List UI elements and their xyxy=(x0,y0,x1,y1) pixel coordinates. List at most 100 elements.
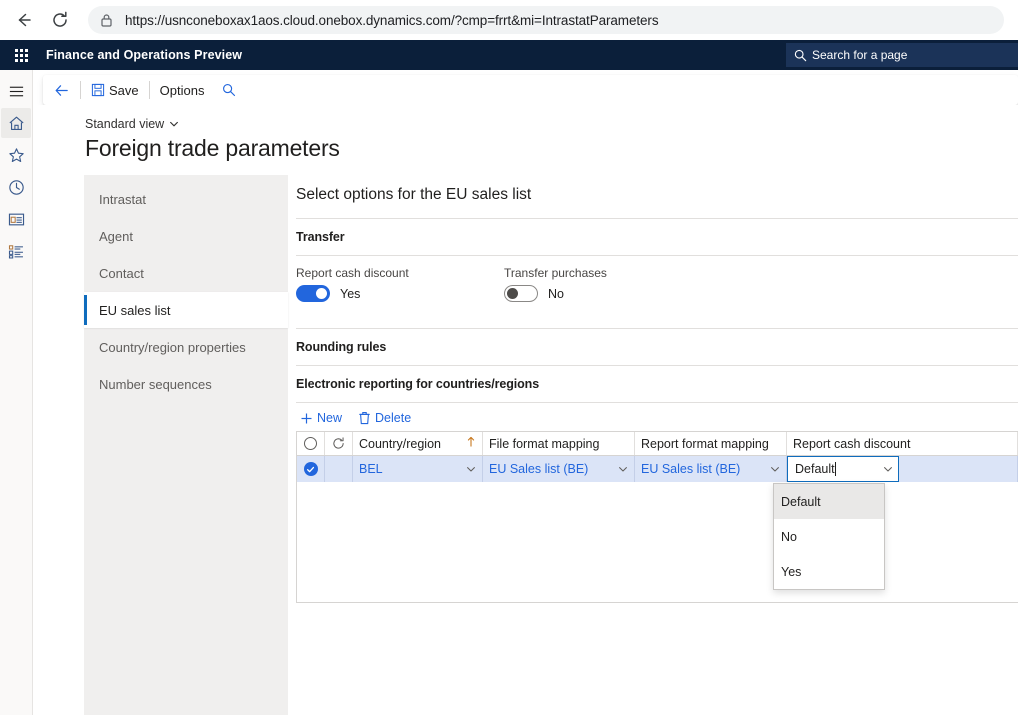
form-back-button[interactable] xyxy=(51,82,78,99)
save-icon xyxy=(91,83,105,97)
tab-country-region-properties[interactable]: Country/region properties xyxy=(84,329,288,365)
column-header-report-cash-discount[interactable]: Report cash discount xyxy=(787,432,1018,455)
transfer-purchases-toggle[interactable] xyxy=(504,285,538,302)
column-label: File format mapping xyxy=(489,436,600,451)
view-selector[interactable]: Standard view xyxy=(85,117,179,131)
chevron-down-icon xyxy=(770,464,780,474)
cell-report-cash-discount[interactable]: Default xyxy=(787,456,1018,482)
report-cash-discount-combobox[interactable]: Default xyxy=(787,456,899,482)
workspaces-button[interactable] xyxy=(1,204,31,234)
dropdown-option-no[interactable]: No xyxy=(774,519,884,554)
column-header-file-format-mapping[interactable]: File format mapping xyxy=(483,432,635,455)
divider xyxy=(80,81,81,99)
refresh-icon xyxy=(333,437,344,449)
cell-value: BEL xyxy=(359,462,383,476)
list-icon xyxy=(8,244,23,258)
cell-value: EU Sales list (BE) xyxy=(641,462,741,476)
combobox-value: Default xyxy=(795,462,835,476)
field-report-cash-discount: Report cash discount Yes xyxy=(296,266,504,302)
tab-eu-sales-list[interactable]: EU sales list xyxy=(84,292,288,328)
cell-value: EU Sales list (BE) xyxy=(489,462,589,476)
toggle-knob xyxy=(507,288,518,299)
toggle-knob xyxy=(316,288,327,299)
browser-back-button[interactable] xyxy=(8,4,40,36)
cell-report-format-mapping[interactable]: EU Sales list (BE) xyxy=(635,456,787,482)
tab-contact[interactable]: Contact xyxy=(84,255,288,291)
tab-agent[interactable]: Agent xyxy=(84,218,288,254)
table-row[interactable]: BEL EU Sales list (BE) EU Sales list (BE… xyxy=(297,456,1018,482)
address-bar[interactable]: https://usnconeboxax1aos.cloud.onebox.dy… xyxy=(88,6,1004,34)
lock-icon xyxy=(100,13,113,28)
navigation-menu-button[interactable] xyxy=(1,76,31,106)
field-label: Report cash discount xyxy=(296,266,409,280)
browser-reload-button[interactable] xyxy=(44,4,76,36)
cell-country-region[interactable]: BEL xyxy=(353,456,483,482)
column-label: Report cash discount xyxy=(793,436,911,451)
fasttab-transfer[interactable]: Transfer xyxy=(296,218,1018,255)
tab-number-sequences[interactable]: Number sequences xyxy=(84,366,288,402)
toggle-value: No xyxy=(548,286,564,301)
form-search-button[interactable] xyxy=(212,80,246,100)
delete-label: Delete xyxy=(375,411,412,425)
select-all-cell[interactable] xyxy=(297,432,325,455)
workspace-icon xyxy=(8,213,24,225)
grid-toolbar: New Delete xyxy=(296,407,1018,431)
app-launcher-icon[interactable] xyxy=(8,42,34,68)
home-button[interactable] xyxy=(1,108,31,138)
clock-icon xyxy=(8,179,24,195)
row-selected-checkmark-icon xyxy=(303,462,318,476)
back-arrow-icon xyxy=(55,84,68,96)
tab-label: Country/region properties xyxy=(99,339,246,355)
option-label: Yes xyxy=(781,564,802,579)
form-tab-panel: Intrastat Agent Contact EU sales list Co… xyxy=(84,175,288,715)
text-cursor xyxy=(834,462,836,476)
refresh-cell[interactable] xyxy=(325,432,353,455)
column-label: Report format mapping xyxy=(641,436,769,451)
fasttab-electronic-reporting[interactable]: Electronic reporting for countries/regio… xyxy=(296,365,1018,402)
recent-button[interactable] xyxy=(1,172,31,202)
field-transfer-purchases: Transfer purchases No xyxy=(504,266,712,302)
dropdown-option-default[interactable]: Default xyxy=(774,484,884,519)
back-arrow-icon xyxy=(18,13,31,27)
option-label: Default xyxy=(781,494,821,509)
fasttab-label: Electronic reporting for countries/regio… xyxy=(296,377,540,391)
new-label: New xyxy=(317,411,343,425)
chevron-down-icon[interactable] xyxy=(883,464,893,474)
delete-button[interactable]: Delete xyxy=(358,411,411,425)
cell-file-format-mapping[interactable]: EU Sales list (BE) xyxy=(483,456,635,482)
search-icon xyxy=(794,49,807,62)
search-icon xyxy=(223,84,236,97)
report-cash-discount-toggle[interactable] xyxy=(296,285,330,302)
plus-icon xyxy=(300,412,313,425)
chevron-down-icon xyxy=(466,464,476,474)
favorites-button[interactable] xyxy=(1,140,31,170)
row-refresh-cell xyxy=(325,456,353,482)
sort-ascending-icon xyxy=(466,436,476,451)
home-icon xyxy=(8,116,24,130)
fasttab-label: Transfer xyxy=(296,230,345,244)
command-bar: Save Options xyxy=(43,75,1018,105)
column-header-report-format-mapping[interactable]: Report format mapping xyxy=(635,432,787,455)
report-cash-discount-dropdown-list[interactable]: Default No Yes xyxy=(773,483,885,590)
save-label: Save xyxy=(109,82,139,98)
dropdown-option-yes[interactable]: Yes xyxy=(774,554,884,589)
fasttab-rounding-rules[interactable]: Rounding rules xyxy=(296,328,1018,365)
row-select-cell[interactable] xyxy=(297,456,325,482)
modules-button[interactable] xyxy=(1,236,31,266)
options-button[interactable]: Options xyxy=(152,80,213,101)
page-search-placeholder: Search for a page xyxy=(812,48,908,62)
grid-container: New Delete Country/region File format ma… xyxy=(296,402,1018,603)
tab-label: Agent xyxy=(99,228,133,244)
column-header-country-region[interactable]: Country/region xyxy=(353,432,483,455)
new-button[interactable]: New xyxy=(300,411,342,425)
hamburger-menu-icon xyxy=(9,86,23,96)
browser-toolbar: https://usnconeboxax1aos.cloud.onebox.dy… xyxy=(0,0,1018,40)
tab-label: Intrastat xyxy=(99,191,146,207)
tab-intrastat[interactable]: Intrastat xyxy=(84,181,288,217)
page-search-box[interactable]: Search for a page xyxy=(786,43,1018,67)
save-button[interactable]: Save xyxy=(83,80,147,101)
tab-label: EU sales list xyxy=(99,302,171,318)
page-title: Foreign trade parameters xyxy=(85,135,340,161)
reload-icon xyxy=(53,11,67,27)
tab-label: Contact xyxy=(99,265,144,281)
